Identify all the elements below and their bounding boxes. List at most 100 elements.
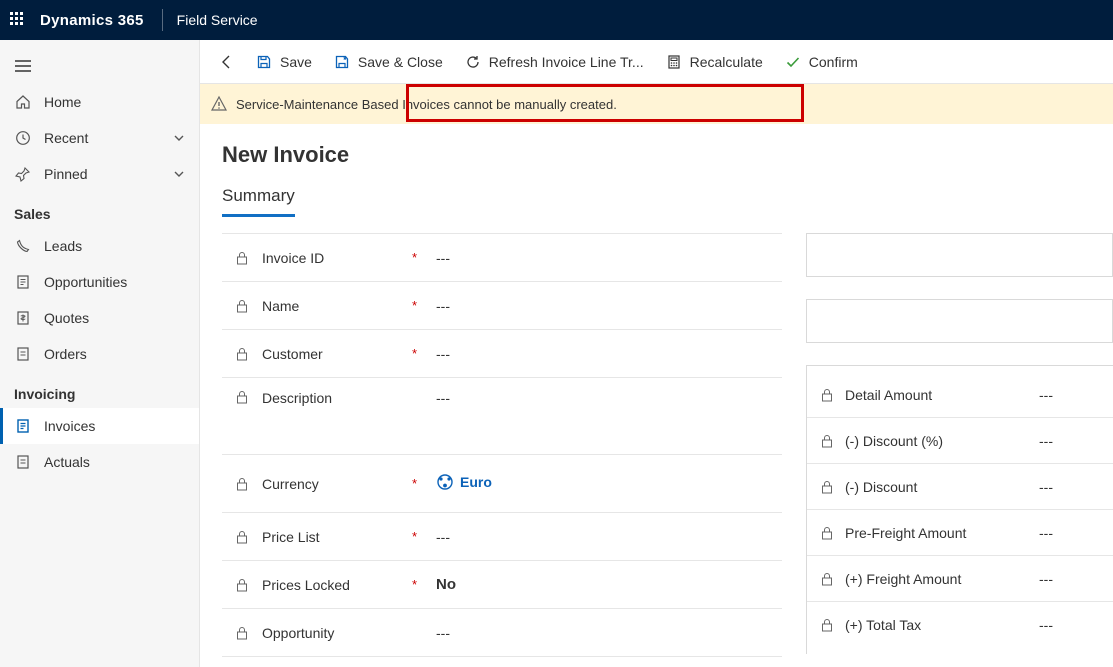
sidebar-item-opportunities[interactable]: Opportunities [0,264,199,300]
sidebar-item-label: Orders [44,346,185,362]
lock-icon [236,626,254,640]
warning-text: Service-Maintenance Based Invoices canno… [236,97,617,112]
refresh-button[interactable]: Refresh Invoice Line Tr... [455,46,654,78]
sidebar-item-label: Leads [44,238,185,254]
app-title: Field Service [177,12,258,28]
lock-icon [821,526,839,540]
required-star: * [412,577,432,592]
command-label: Save [280,54,312,70]
right-panel-1[interactable] [806,233,1113,277]
phone-icon [14,238,32,254]
currency-icon [436,473,454,491]
field-value: --- [432,250,782,266]
required-star: * [412,476,432,491]
field-value: No [432,576,782,593]
required-star: * [412,529,432,544]
field-value: --- [432,529,782,545]
field-label: Customer [262,346,412,362]
field-label: (-) Discount [845,479,1039,495]
topbar-separator [162,9,163,31]
page-header: New Invoice [200,124,1113,178]
recalculate-button[interactable]: Recalculate [656,46,773,78]
document-dollar-icon [14,310,32,326]
chevron-down-icon [173,132,185,144]
sidebar-section-sales: Sales [0,192,199,228]
content-area: Save Save & Close Refresh Invoice Line T… [200,40,1113,667]
field-price-list[interactable]: Price List * --- [222,513,782,561]
sidebar-item-leads[interactable]: Leads [0,228,199,264]
form-left-column: Invoice ID * --- Name * --- Customer * -… [222,233,782,667]
field-value: --- [432,346,782,362]
tab-summary[interactable]: Summary [222,178,295,217]
warning-bar: Service-Maintenance Based Invoices canno… [200,84,1113,124]
field-description[interactable]: Description --- [222,378,782,428]
sidebar-item-pinned[interactable]: Pinned [0,156,199,192]
field-total-tax[interactable]: (+) Total Tax --- [807,602,1113,648]
field-value: --- [1039,387,1099,403]
required-star: * [412,250,432,265]
field-value: --- [1039,617,1099,633]
lock-icon [821,480,839,494]
top-nav-bar: Dynamics 365 Field Service [0,0,1113,40]
lock-icon [821,572,839,586]
required-star: * [412,346,432,361]
field-label: Pre-Freight Amount [845,525,1039,541]
field-label: Description [262,390,412,406]
save-button[interactable]: Save [246,46,322,78]
command-label: Confirm [809,54,858,70]
currency-value-text: Euro [460,474,492,490]
field-value: --- [1039,571,1099,587]
hamburger-icon [14,60,32,72]
sidebar-item-orders[interactable]: Orders [0,336,199,372]
calculator-icon [666,54,682,70]
field-value: --- [1039,433,1099,449]
lock-icon [236,299,254,313]
sidebar-item-label: Home [44,94,185,110]
field-value: --- [1039,479,1099,495]
field-label: Prices Locked [262,577,412,593]
sidebar-item-recent[interactable]: Recent [0,120,199,156]
lock-icon [236,390,254,404]
sidebar-item-home[interactable]: Home [0,84,199,120]
sidebar-toggle[interactable] [0,48,199,84]
confirm-button[interactable]: Confirm [775,46,868,78]
refresh-icon [465,54,481,70]
field-discount-pct[interactable]: (-) Discount (%) --- [807,418,1113,464]
field-pre-freight[interactable]: Pre-Freight Amount --- [807,510,1113,556]
field-label: (+) Total Tax [845,617,1039,633]
sidebar-item-invoices[interactable]: Invoices [0,408,199,444]
field-invoice-id[interactable]: Invoice ID * --- [222,234,782,282]
right-panel-2[interactable] [806,299,1113,343]
field-label: Opportunity [262,625,412,641]
document-icon [14,346,32,362]
sidebar-item-actuals[interactable]: Actuals [0,444,199,480]
field-value: --- [432,625,782,641]
sidebar-item-quotes[interactable]: Quotes [0,300,199,336]
field-value: --- [432,390,782,406]
lock-icon [236,578,254,592]
back-button[interactable] [210,46,244,78]
command-label: Recalculate [690,54,763,70]
warning-bar-wrap: Service-Maintenance Based Invoices canno… [200,84,1113,124]
field-freight[interactable]: (+) Freight Amount --- [807,556,1113,602]
save-icon [256,54,272,70]
save-close-button[interactable]: Save & Close [324,46,453,78]
field-label: Currency [262,476,412,492]
spacer [222,428,782,454]
lock-icon [821,388,839,402]
chevron-down-icon [173,168,185,180]
sidebar-item-label: Actuals [44,454,185,470]
sidebar: Home Recent Pinned Sales Leads [0,40,200,667]
field-opportunity[interactable]: Opportunity --- [222,609,782,657]
field-discount[interactable]: (-) Discount --- [807,464,1113,510]
app-launcher-icon[interactable] [10,12,26,28]
field-prices-locked[interactable]: Prices Locked * No [222,561,782,609]
check-icon [785,54,801,70]
invoice-icon [14,418,32,434]
sidebar-item-label: Quotes [44,310,185,326]
field-customer[interactable]: Customer * --- [222,330,782,378]
field-currency[interactable]: Currency * Euro [222,455,782,513]
field-name[interactable]: Name * --- [222,282,782,330]
sidebar-section-invoicing: Invoicing [0,372,199,408]
field-detail-amount[interactable]: Detail Amount --- [807,372,1113,418]
